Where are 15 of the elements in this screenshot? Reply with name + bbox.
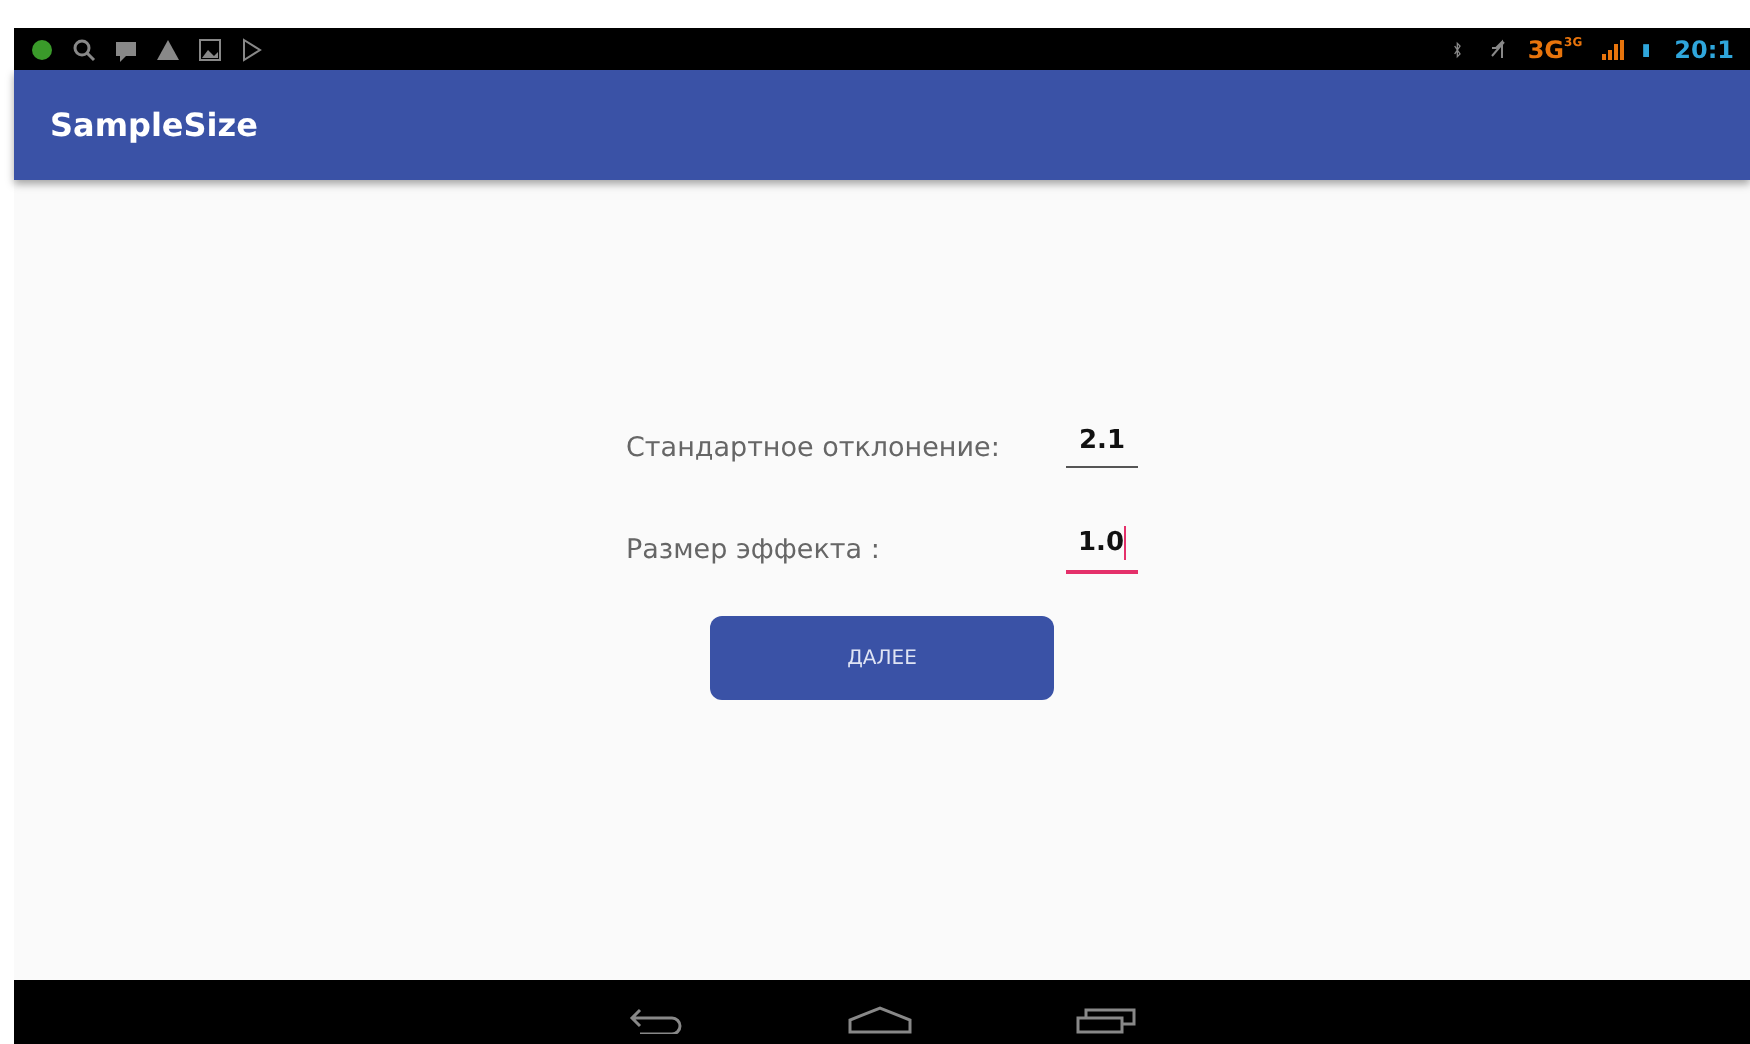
app-title: SampleSize [50,106,258,144]
warning-icon [156,37,180,61]
recent-apps-icon[interactable] [1076,1006,1136,1034]
image-icon [198,37,222,61]
back-icon[interactable] [628,1006,684,1034]
home-icon[interactable] [848,1006,912,1034]
next-button[interactable]: ДАЛЕЕ [710,616,1054,700]
input-field[interactable]: 1.0 [1066,525,1138,573]
signal-icon [1600,37,1625,61]
input-field[interactable]: 2.1 [1066,426,1138,468]
clock: 20:1 [1674,35,1734,63]
search-icon [72,37,96,61]
message-icon [114,37,138,61]
field-label: Стандартное отклонение: [626,431,1002,463]
field-label: Размер эффекта : [626,533,882,565]
